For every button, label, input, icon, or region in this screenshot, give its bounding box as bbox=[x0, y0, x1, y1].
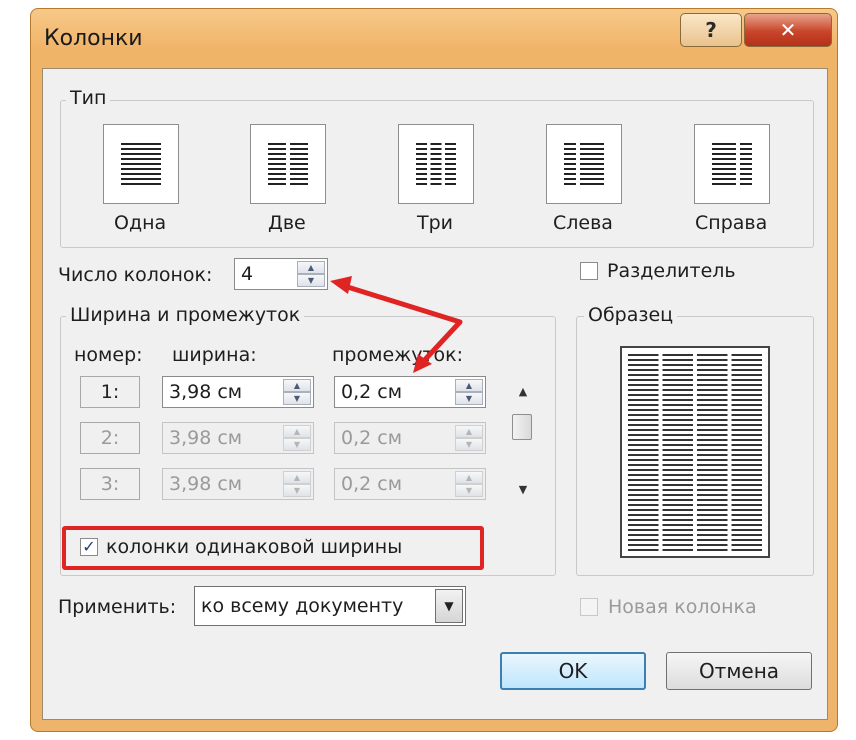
col-spacing-1-input[interactable]: 0,2 см ▲ ▼ bbox=[334, 376, 486, 408]
col-spacing-2-spin: ▲ ▼ bbox=[455, 425, 483, 451]
apply-label: Применить: bbox=[58, 596, 177, 618]
new-column-checkbox bbox=[580, 598, 598, 616]
preview-group-title: Образец bbox=[584, 304, 678, 326]
preset-right-label: Справа bbox=[695, 212, 768, 234]
ok-button[interactable]: OK bbox=[500, 652, 646, 690]
col-spacing-2-input: 0,2 см ▲ ▼ bbox=[334, 422, 486, 454]
width-spacing-group-title: Ширина и промежуток bbox=[66, 304, 305, 326]
col-width-3-input: 3,98 см ▲ ▼ bbox=[162, 468, 314, 500]
spin-up-icon: ▲ bbox=[283, 471, 311, 484]
left-column-icon bbox=[564, 143, 604, 185]
col-width-2-input: 3,98 см ▲ ▼ bbox=[162, 422, 314, 454]
spin-down-icon: ▼ bbox=[283, 484, 311, 497]
preset-left-button[interactable] bbox=[546, 124, 622, 204]
spin-up-icon[interactable]: ▲ bbox=[283, 379, 311, 392]
two-columns-icon bbox=[268, 143, 308, 185]
three-columns-icon bbox=[416, 143, 456, 185]
dialog-title: Колонки bbox=[44, 26, 143, 51]
preview-page-image bbox=[620, 346, 770, 558]
close-button[interactable]: ✕ bbox=[744, 13, 832, 47]
rows-scrollbar[interactable]: ▲ ▼ bbox=[508, 378, 538, 502]
col-spacing-2-value: 0,2 см bbox=[341, 427, 403, 449]
col-spacing-1-value: 0,2 см bbox=[341, 381, 403, 403]
spin-down-icon: ▼ bbox=[455, 438, 483, 451]
apply-select-value: ко всему документу bbox=[201, 595, 404, 617]
help-button[interactable]: ? bbox=[680, 13, 742, 47]
one-column-icon bbox=[121, 143, 161, 185]
spin-down-icon[interactable]: ▼ bbox=[455, 392, 483, 405]
col-spacing-3-spin: ▲ ▼ bbox=[455, 471, 483, 497]
col-number-header: номер: bbox=[74, 344, 143, 366]
chevron-down-icon[interactable]: ▼ bbox=[435, 589, 463, 623]
preset-two-label: Две bbox=[268, 212, 306, 234]
scroll-thumb[interactable] bbox=[512, 414, 532, 440]
spin-up-icon: ▲ bbox=[283, 425, 311, 438]
checkmark-icon: ✓ bbox=[82, 537, 96, 556]
col-width-3-spin: ▲ ▼ bbox=[283, 471, 311, 497]
preset-two-button[interactable] bbox=[250, 124, 326, 204]
col-spacing-3-value: 0,2 см bbox=[341, 473, 403, 495]
new-column-label: Новая колонка bbox=[608, 596, 757, 618]
type-group-title: Тип bbox=[66, 87, 111, 109]
col-width-header: ширина: bbox=[172, 344, 257, 366]
separator-checkbox[interactable] bbox=[580, 262, 598, 280]
spin-down-icon: ▼ bbox=[455, 484, 483, 497]
preset-right-button[interactable] bbox=[694, 124, 770, 204]
col-number-1: 1: bbox=[80, 376, 140, 408]
right-column-icon bbox=[712, 143, 752, 185]
col-width-1-spin[interactable]: ▲ ▼ bbox=[283, 379, 311, 405]
preset-three-button[interactable] bbox=[398, 124, 474, 204]
scroll-up-icon[interactable]: ▲ bbox=[508, 382, 538, 400]
cancel-button[interactable]: Отмена bbox=[666, 652, 812, 690]
num-columns-value: 4 bbox=[241, 263, 254, 285]
spin-up-icon: ▲ bbox=[455, 471, 483, 484]
col-width-2-spin: ▲ ▼ bbox=[283, 425, 311, 451]
preset-one-label: Одна bbox=[114, 212, 167, 234]
spin-down-icon[interactable]: ▼ bbox=[283, 392, 311, 405]
col-width-1-value: 3,98 см bbox=[169, 381, 243, 403]
col-number-3: 3: bbox=[80, 468, 140, 500]
col-width-1-input[interactable]: 3,98 см ▲ ▼ bbox=[162, 376, 314, 408]
scroll-down-icon[interactable]: ▼ bbox=[508, 480, 538, 498]
col-width-2-value: 3,98 см bbox=[169, 427, 243, 449]
spin-up-icon: ▲ bbox=[455, 425, 483, 438]
apply-select[interactable]: ко всему документу ▼ bbox=[194, 586, 466, 626]
preset-three-label: Три bbox=[417, 212, 454, 234]
num-columns-label: Число колонок: bbox=[58, 264, 213, 286]
equal-width-label: колонки одинаковой ширины bbox=[106, 536, 403, 558]
col-spacing-1-spin[interactable]: ▲ ▼ bbox=[455, 379, 483, 405]
spin-up-icon[interactable]: ▲ bbox=[455, 379, 483, 392]
col-spacing-3-input: 0,2 см ▲ ▼ bbox=[334, 468, 486, 500]
num-columns-spinner[interactable]: 4 ▲ ▼ bbox=[234, 258, 328, 290]
preset-left-label: Слева bbox=[553, 212, 613, 234]
spin-down-icon: ▼ bbox=[283, 438, 311, 451]
separator-label: Разделитель bbox=[607, 260, 736, 282]
equal-width-checkbox[interactable]: ✓ bbox=[80, 538, 98, 556]
col-width-3-value: 3,98 см bbox=[169, 473, 243, 495]
preset-one-button[interactable] bbox=[103, 124, 179, 204]
col-number-2: 2: bbox=[80, 422, 140, 454]
annotation-arrow bbox=[330, 276, 463, 373]
